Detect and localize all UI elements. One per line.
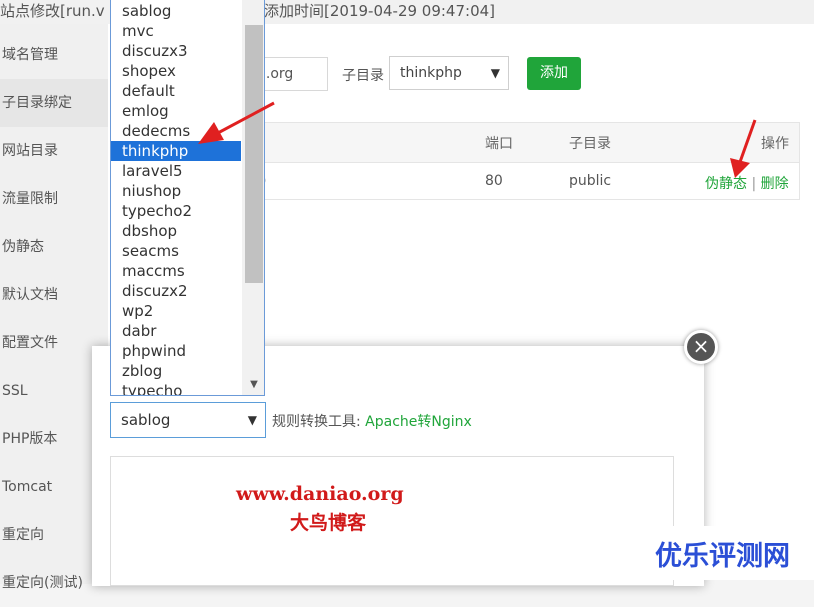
annotation-arrows: [198, 101, 757, 178]
annotation-arrow-dropdown: [198, 101, 275, 144]
annotation-arrow-rewrite: [730, 119, 757, 178]
